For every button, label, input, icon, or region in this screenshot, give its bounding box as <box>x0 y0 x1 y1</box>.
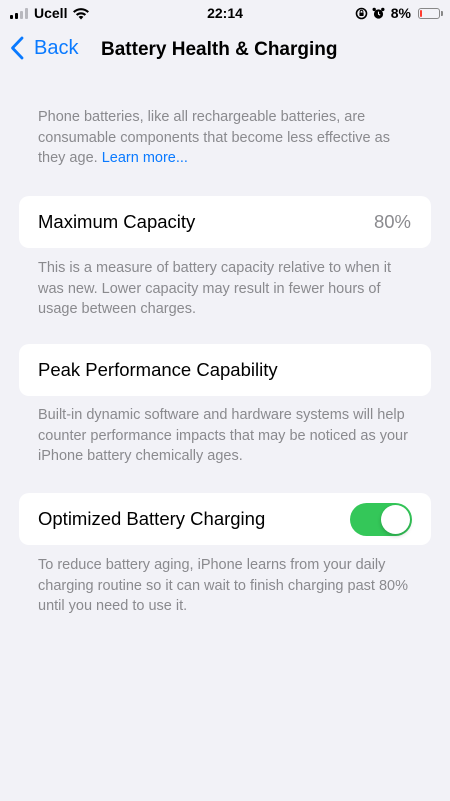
battery-percent: 8% <box>390 5 411 21</box>
toggle-knob <box>381 505 410 534</box>
status-bar: Ucell 22:14 8% <box>0 0 450 26</box>
intro-description: Phone batteries, like all rechargeable b… <box>38 107 418 169</box>
maximum-capacity-value: 80% <box>373 211 411 232</box>
optimized-charging-label: Optimized Battery Charging <box>38 508 266 529</box>
optimized-charging-toggle[interactable] <box>350 503 412 536</box>
alarm-icon <box>372 7 385 19</box>
chevron-left-icon <box>11 36 24 60</box>
intro-text: Phone batteries, like all rechargeable b… <box>38 109 390 166</box>
maximum-capacity-label: Maximum Capacity <box>38 211 196 232</box>
learn-more-link[interactable]: Learn more... <box>102 150 188 166</box>
optimized-charging-description: To reduce battery aging, iPhone learns f… <box>38 557 408 614</box>
back-button[interactable]: Back <box>10 36 78 60</box>
optimized-charging-row: Optimized Battery Charging <box>19 493 431 545</box>
orientation-lock-icon <box>355 7 368 19</box>
battery-level <box>420 9 422 17</box>
peak-performance-label: Peak Performance Capability <box>38 359 278 380</box>
maximum-capacity-row: Maximum Capacity 80% <box>19 196 431 248</box>
peak-performance-row: Peak Performance Capability <box>19 344 431 396</box>
status-right: 8% <box>355 5 443 21</box>
peak-performance-description: Built-in dynamic software and hardware s… <box>38 407 408 464</box>
page-title: Battery Health & Charging <box>101 39 338 60</box>
nav-bar: Back Battery Health & Charging <box>0 28 450 72</box>
maximum-capacity-description: This is a measure of battery capacity re… <box>38 260 391 317</box>
battery-icon <box>418 7 443 19</box>
back-label: Back <box>34 36 79 59</box>
